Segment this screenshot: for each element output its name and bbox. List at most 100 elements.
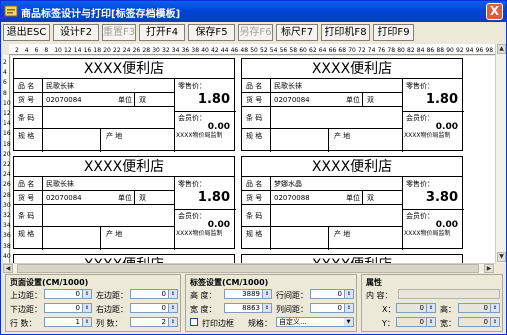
name-label: 品 名 bbox=[246, 180, 263, 188]
toolbar-button-8[interactable]: 打印F9 bbox=[373, 24, 414, 41]
ruler-tick-label: 24 bbox=[122, 47, 131, 54]
prop-width-input[interactable]: 0 ⇕ bbox=[458, 317, 500, 327]
title-bar[interactable]: 商品标签设计与打印[标签存档模板] X bbox=[1, 1, 506, 22]
ruler-tick-label: 6 bbox=[3, 79, 7, 87]
price-label[interactable]: XXXX便利店 品 名 民歌长袜 货 号 02070084 单位 双 条 码 规… bbox=[13, 156, 236, 250]
right-margin-input[interactable]: 0 ⇕ bbox=[130, 303, 178, 313]
scroll-up-icon[interactable]: ▲ bbox=[497, 44, 506, 54]
barcode-label: 条 码 bbox=[18, 114, 35, 122]
top-margin-input[interactable]: 0 ⇕ bbox=[44, 289, 92, 299]
product-unit: 双 bbox=[367, 194, 374, 202]
spec-select[interactable]: 自定义... ▼ bbox=[276, 317, 354, 327]
rows-input[interactable]: 1 ⇕ bbox=[44, 317, 92, 327]
spinner-icon: ⇕ bbox=[168, 304, 177, 312]
spec-row: 规 格 产 地 XXXX物价局监制 bbox=[14, 129, 236, 143]
spinner-icon: ⇕ bbox=[490, 318, 499, 326]
content-input[interactable] bbox=[398, 289, 500, 299]
scroll-right-icon[interactable]: ▶ bbox=[484, 264, 494, 273]
toolbar-button-4[interactable]: 保存F5 bbox=[188, 24, 235, 41]
ruler-tick-label: 44 bbox=[220, 47, 229, 54]
toolbar-button-5[interactable]: 另存F6 bbox=[238, 24, 273, 41]
price-label[interactable]: XXXX便利店 品 名 民歌长袜 货 号 02070084 单位 双 条 码 规… bbox=[13, 58, 236, 152]
x-input[interactable]: 0 ⇕ bbox=[396, 303, 436, 313]
label-canvas[interactable]: XXXX便利店 品 名 民歌长袜 货 号 02070084 单位 双 条 码 规… bbox=[11, 56, 495, 263]
divider bbox=[402, 177, 403, 250]
code-label: 货 号 bbox=[18, 96, 35, 104]
bottom-margin-label: 下边距： bbox=[10, 305, 42, 314]
ruler-tick-label: 22 bbox=[113, 47, 121, 54]
ruler-tick-label: 18 bbox=[93, 47, 102, 54]
member-price-label: 会员价： bbox=[406, 114, 434, 122]
ruler-tick-label: 14 bbox=[3, 120, 11, 128]
ruler-tick-label: 36 bbox=[3, 232, 11, 240]
unit-label: 单位 bbox=[118, 96, 132, 104]
scroll-down-icon[interactable]: ▼ bbox=[497, 252, 506, 262]
close-button[interactable]: X bbox=[486, 3, 503, 20]
spinner-icon: ⇕ bbox=[426, 318, 435, 326]
toolbar-button-7[interactable]: 打印机F8 bbox=[321, 24, 370, 41]
ruler-tick-label: 16 bbox=[3, 130, 11, 138]
ruler-tick-label: 2 bbox=[15, 47, 19, 54]
price-label-text: 零售价： bbox=[178, 82, 206, 90]
toolbar-button-6[interactable]: 标尺F7 bbox=[276, 24, 318, 41]
toolbar-button-3[interactable]: 打开F4 bbox=[139, 24, 185, 41]
divider bbox=[362, 191, 363, 205]
ruler-tick-label: 52 bbox=[260, 47, 268, 54]
product-code: 02070084 bbox=[274, 96, 310, 104]
price-label-text: 零售价： bbox=[178, 180, 206, 188]
cols-input[interactable]: 2 ⇕ bbox=[130, 317, 178, 327]
ruler-tick-label: 4 bbox=[24, 47, 29, 54]
divider bbox=[270, 79, 271, 152]
col-gap-input[interactable]: 0 ⇕ bbox=[310, 303, 354, 313]
unit-label: 单位 bbox=[346, 194, 360, 202]
price-label[interactable]: XXXX便利店 品 名 货 号 单位 条 码 规 格 产 地 XXXX物价局监制 bbox=[13, 254, 235, 263]
spinner-icon: ⇕ bbox=[262, 304, 271, 312]
ruler-tick-label: 96 bbox=[475, 47, 484, 54]
price-label-text: 零售价： bbox=[406, 180, 434, 188]
x-label: X： bbox=[382, 305, 396, 314]
properties-group: 属性 内 容： X： 0 ⇕ 高： 0 ⇕ Y： 0 ⇕ 宽： 0 ⇕ bbox=[361, 274, 503, 332]
barcode-label: 条 码 bbox=[18, 212, 35, 220]
price-label[interactable]: XXXX便利店 品 名 梦娜水晶 货 号 02070088 单位 双 条 码 规… bbox=[241, 156, 464, 250]
ruler-tick-label: 6 bbox=[34, 47, 39, 54]
spinner-icon: ⇕ bbox=[82, 290, 91, 298]
member-price: 0.00 bbox=[435, 122, 458, 132]
prop-height-input[interactable]: 0 ⇕ bbox=[458, 303, 500, 313]
chevron-down-icon: ▼ bbox=[344, 318, 353, 326]
bottom-margin-input[interactable]: 0 ⇕ bbox=[44, 303, 92, 313]
ruler-tick-label: 88 bbox=[436, 47, 445, 54]
divider bbox=[328, 129, 329, 152]
y-input[interactable]: 0 ⇕ bbox=[396, 317, 436, 327]
ruler-tick-label: 46 bbox=[230, 47, 239, 54]
ruler-tick-label: 34 bbox=[171, 47, 180, 54]
ruler-tick-label: 30 bbox=[152, 47, 160, 54]
row-gap-input[interactable]: 0 ⇕ bbox=[310, 289, 354, 299]
member-price: 0.00 bbox=[207, 220, 230, 230]
spec-label: 规 格 bbox=[246, 230, 263, 238]
label-width-input[interactable]: 8863 ⇕ bbox=[224, 303, 272, 313]
ruler-tick-label: 40 bbox=[3, 252, 11, 260]
unit-label: 单位 bbox=[346, 96, 360, 104]
toolbar-button-1[interactable]: 设计F2 bbox=[53, 24, 99, 41]
horizontal-scrollbar[interactable]: ◀ ▶ bbox=[3, 263, 495, 273]
horizontal-scroll-thumb[interactable] bbox=[17, 264, 479, 273]
code-row: 货 号 02070084 单位 双 bbox=[14, 93, 174, 107]
spec-label: 规 格 bbox=[18, 230, 35, 238]
price-label[interactable]: XXXX便利店 品 名 货 号 单位 条 码 规 格 产 地 XXXX物价局监制 bbox=[241, 254, 463, 263]
price-label[interactable]: XXXX便利店 品 名 民歌长袜 货 号 02070084 单位 双 条 码 规… bbox=[241, 58, 464, 152]
vertical-scrollbar[interactable]: ▲ ▼ bbox=[495, 44, 506, 263]
scroll-left-icon[interactable]: ◀ bbox=[3, 264, 13, 273]
print-border-checkbox[interactable] bbox=[190, 318, 198, 326]
left-margin-input[interactable]: 0 ⇕ bbox=[130, 289, 178, 299]
label-height-input[interactable]: 3889 ⇕ bbox=[224, 289, 272, 299]
window-title: 商品标签设计与打印[标签存档模板] bbox=[21, 9, 181, 20]
member-price-label: 会员价： bbox=[178, 212, 206, 220]
toolbar-button-2[interactable]: 重置F3 bbox=[102, 24, 136, 41]
barcode-row: 条 码 bbox=[242, 205, 402, 227]
row-gap-label: 行间距： bbox=[276, 291, 308, 300]
product-code: 02070084 bbox=[46, 194, 82, 202]
price-label-text: 零售价： bbox=[406, 82, 434, 90]
toolbar-button-0[interactable]: 退出ESC bbox=[3, 24, 50, 41]
ruler-tick-label: 26 bbox=[3, 181, 11, 189]
product-name: 民歌长袜 bbox=[46, 180, 74, 188]
